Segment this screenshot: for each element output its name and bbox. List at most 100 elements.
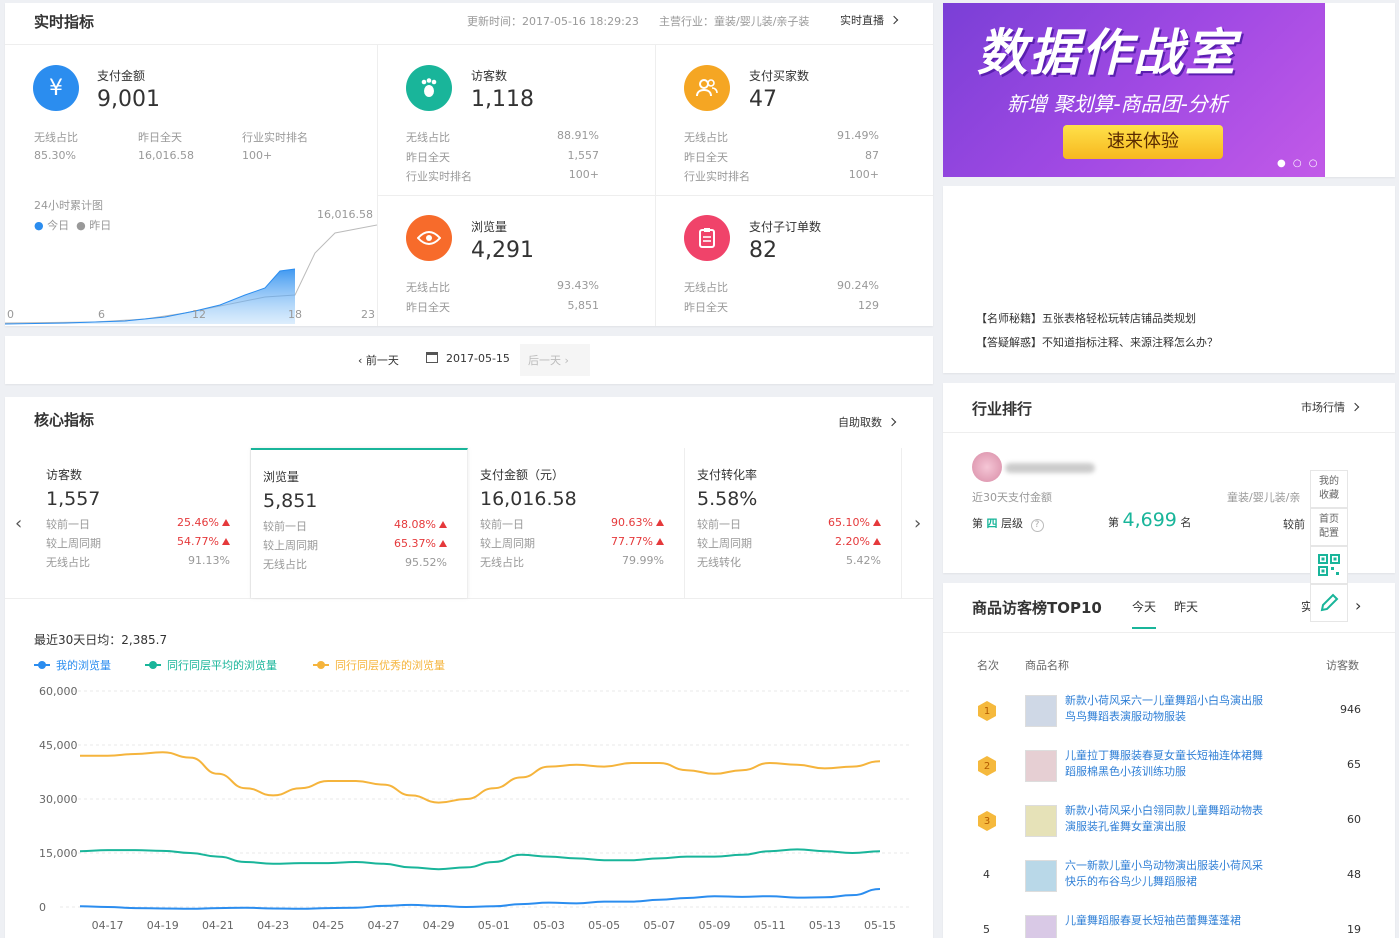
product-name-link[interactable]: 六一新款儿童小鸟动物演出服装小荷风采快乐的布谷鸟少儿舞蹈服裙 bbox=[1065, 858, 1265, 890]
core-row-label: 较上周同期 bbox=[480, 537, 535, 550]
core-row-value: 48.08% bbox=[394, 518, 447, 531]
orders-label: 支付子订单数 bbox=[749, 220, 822, 234]
qrcode-icon[interactable] bbox=[1310, 546, 1348, 584]
tip-link[interactable]: 【名师秘籍】五张表格轻松玩转店铺品类规划 bbox=[976, 310, 1196, 326]
x-tick-label: 05-09 bbox=[698, 919, 730, 932]
top10-card: 商品访客榜TOP10 今天 昨天 实 › 名次 商品名称 访客数 1 新款小荷风采… bbox=[943, 583, 1395, 938]
tab-today-underline bbox=[1132, 627, 1156, 629]
product-visitors: 946 bbox=[1340, 703, 1361, 716]
product-name-link[interactable]: 新款小荷风采小白翎同款儿童舞蹈动物表演服装孔雀舞女童演出服 bbox=[1065, 803, 1265, 835]
legend-item[interactable]: 同行同层优秀的浏览量 bbox=[313, 657, 445, 673]
core-row-label: 较前一日 bbox=[46, 518, 90, 531]
visitors-row-value: 88.91% bbox=[557, 129, 599, 142]
edit-icon[interactable] bbox=[1310, 584, 1348, 622]
table-row[interactable]: 1 新款小荷风采六一儿童舞蹈小白鸟演出服鸟鸟舞蹈表演服动物服装 946 bbox=[943, 693, 1395, 748]
orders-row-value: 129 bbox=[858, 299, 879, 312]
legend-item[interactable]: 我的浏览量 bbox=[34, 657, 111, 673]
arrow-up-icon bbox=[873, 519, 881, 526]
product-name-link[interactable]: 新款小荷风采六一儿童舞蹈小白鸟演出服鸟鸟舞蹈表演服动物服装 bbox=[1065, 693, 1265, 725]
buyers-row-value: 91.49% bbox=[837, 129, 879, 142]
pageviews-row-label: 昨日全天 bbox=[406, 301, 450, 314]
clipboard-icon bbox=[684, 215, 730, 261]
core-row-value: 90.63% bbox=[611, 516, 664, 529]
legend-item[interactable]: 同行同层平均的浏览量 bbox=[145, 657, 277, 673]
legend-dot bbox=[38, 661, 46, 669]
table-row[interactable]: 4 六一新款儿童小鸟动物演出服装小荷风采快乐的布谷鸟少儿舞蹈服裙 48 bbox=[943, 858, 1395, 913]
help-icon[interactable]: ? bbox=[1030, 519, 1044, 532]
visitors-row-label: 行业实时排名 bbox=[406, 170, 472, 183]
payment-rank-label: 行业实时排名 bbox=[242, 131, 308, 144]
chart24-today-area bbox=[5, 269, 295, 324]
top10-title: 商品访客榜TOP10 bbox=[972, 599, 1102, 617]
buyers-row-label: 昨日全天 bbox=[684, 151, 728, 164]
core-prev-arrow[interactable]: ‹ bbox=[15, 513, 22, 534]
pageviews-row-label: 无线占比 bbox=[406, 281, 450, 294]
chevron-right-icon bbox=[1350, 402, 1360, 412]
payment-yesterday-value: 16,016.58 bbox=[138, 149, 194, 162]
promo-banner[interactable]: 数据作战室 新增 聚划算-商品团-分析 速来体验 ● ○ ○ bbox=[943, 3, 1325, 177]
payment-wireless-value: 85.30% bbox=[34, 149, 76, 162]
current-date[interactable]: 2017-05-15 bbox=[446, 352, 510, 365]
pageviews-label: 浏览量 bbox=[471, 220, 508, 234]
carousel-dots[interactable]: ● ○ ○ bbox=[1277, 158, 1320, 169]
core-metric-card[interactable]: 访客数 1,557 较前一日 25.46% 较上周同期 54.77% 无线占比 91.13% bbox=[34, 448, 251, 598]
arrow-up-icon bbox=[222, 519, 230, 526]
arrow-up-icon bbox=[439, 521, 447, 528]
core-metric-card[interactable]: 支付转化率 5.58% 较前一日 65.10% 较上周同期 2.20% 无线转化 5.42% bbox=[685, 448, 902, 598]
shop-avatar bbox=[972, 452, 1002, 482]
my-favorites-button[interactable]: 我的收藏 bbox=[1310, 470, 1348, 508]
table-row[interactable]: 2 儿童拉丁舞服装春夏女童长短袖连体裙舞蹈服棉黑色小孩训练功服 65 bbox=[943, 748, 1395, 803]
series-line bbox=[79, 888, 881, 910]
tip-link[interactable]: 【答疑解惑】不知道指标注释、来源注释怎么办？ bbox=[976, 334, 1218, 350]
core-row-label: 无线转化 bbox=[697, 556, 741, 569]
product-thumbnail[interactable] bbox=[1025, 915, 1057, 938]
x-tick-label: 05-13 bbox=[809, 919, 841, 932]
core-metric-title: 支付金额（元） bbox=[480, 468, 565, 482]
divider bbox=[655, 45, 656, 326]
tab-yesterday[interactable]: 昨天 bbox=[1174, 598, 1198, 615]
pageviews-row-value: 5,851 bbox=[567, 299, 600, 312]
market-link[interactable]: 市场行情 bbox=[1301, 399, 1360, 415]
product-thumbnail[interactable] bbox=[1025, 805, 1057, 837]
core-metric-card[interactable]: 支付金额（元） 16,016.58 较前一日 90.63% 较上周同期 77.77% 无线占… bbox=[468, 448, 685, 598]
home-config-button[interactable]: 首页配置 bbox=[1310, 508, 1348, 546]
x-tick-label: 05-15 bbox=[864, 919, 896, 932]
product-visitors: 65 bbox=[1347, 758, 1361, 771]
payment-rank-value: 100+ bbox=[242, 149, 273, 162]
core-next-arrow[interactable]: › bbox=[914, 513, 921, 534]
payment-value: 9,001 bbox=[97, 87, 160, 112]
x-tick-label: 04-25 bbox=[312, 919, 344, 932]
chart24-yesterday-line bbox=[5, 224, 377, 324]
banner-cta[interactable]: 速来体验 bbox=[1063, 125, 1223, 159]
series-line bbox=[79, 848, 881, 871]
industry-category: 童装/婴儿装/亲 bbox=[1227, 491, 1301, 504]
core-row-value: 65.10% bbox=[828, 516, 881, 529]
tier-info: 第 四 层级 ? bbox=[972, 515, 1044, 532]
medal-icon: 2 bbox=[978, 756, 996, 776]
product-name-link[interactable]: 儿童舞蹈服春夏长短袖芭蕾舞蓬蓬裙 bbox=[1065, 913, 1265, 929]
chart24-tick: 6 bbox=[98, 308, 105, 321]
legend-swatch bbox=[313, 661, 329, 669]
next-day-button[interactable]: 后一天 › bbox=[520, 344, 590, 376]
core-title: 核心指标 bbox=[34, 411, 95, 429]
divider bbox=[943, 432, 1395, 433]
core-metric-value: 1,557 bbox=[46, 488, 101, 510]
live-link[interactable]: 实时直播 bbox=[840, 12, 899, 28]
product-thumbnail[interactable] bbox=[1025, 695, 1057, 727]
calendar-icon[interactable] bbox=[426, 352, 438, 363]
prev-day-button[interactable]: ‹ 前一天 bbox=[358, 352, 399, 368]
self-query-link[interactable]: 自助取数 bbox=[838, 414, 897, 430]
tab-today[interactable]: 今天 bbox=[1132, 598, 1156, 615]
table-row[interactable]: 3 新款小荷风采小白翎同款儿童舞蹈动物表演服装孔雀舞女童演出服 60 bbox=[943, 803, 1395, 858]
arrow-up-icon bbox=[873, 538, 881, 545]
table-row[interactable]: 5 儿童舞蹈服春夏长短袖芭蕾舞蓬蓬裙 19 bbox=[943, 913, 1395, 938]
product-thumbnail[interactable] bbox=[1025, 860, 1057, 892]
chevron-right-icon[interactable]: › bbox=[1355, 596, 1361, 615]
x-tick-label: 05-11 bbox=[754, 919, 786, 932]
product-name-link[interactable]: 儿童拉丁舞服装春夏女童长短袖连体裙舞蹈服棉黑色小孩训练功服 bbox=[1065, 748, 1265, 780]
x-tick-label: 04-27 bbox=[367, 919, 399, 932]
core-metric-card[interactable]: 浏览量 5,851 较前一日 48.08% 较上周同期 65.37% 无线占比 95.52% bbox=[251, 448, 468, 598]
x-tick-label: 04-29 bbox=[423, 919, 455, 932]
core-row-value: 79.99% bbox=[622, 554, 664, 567]
product-thumbnail[interactable] bbox=[1025, 750, 1057, 782]
